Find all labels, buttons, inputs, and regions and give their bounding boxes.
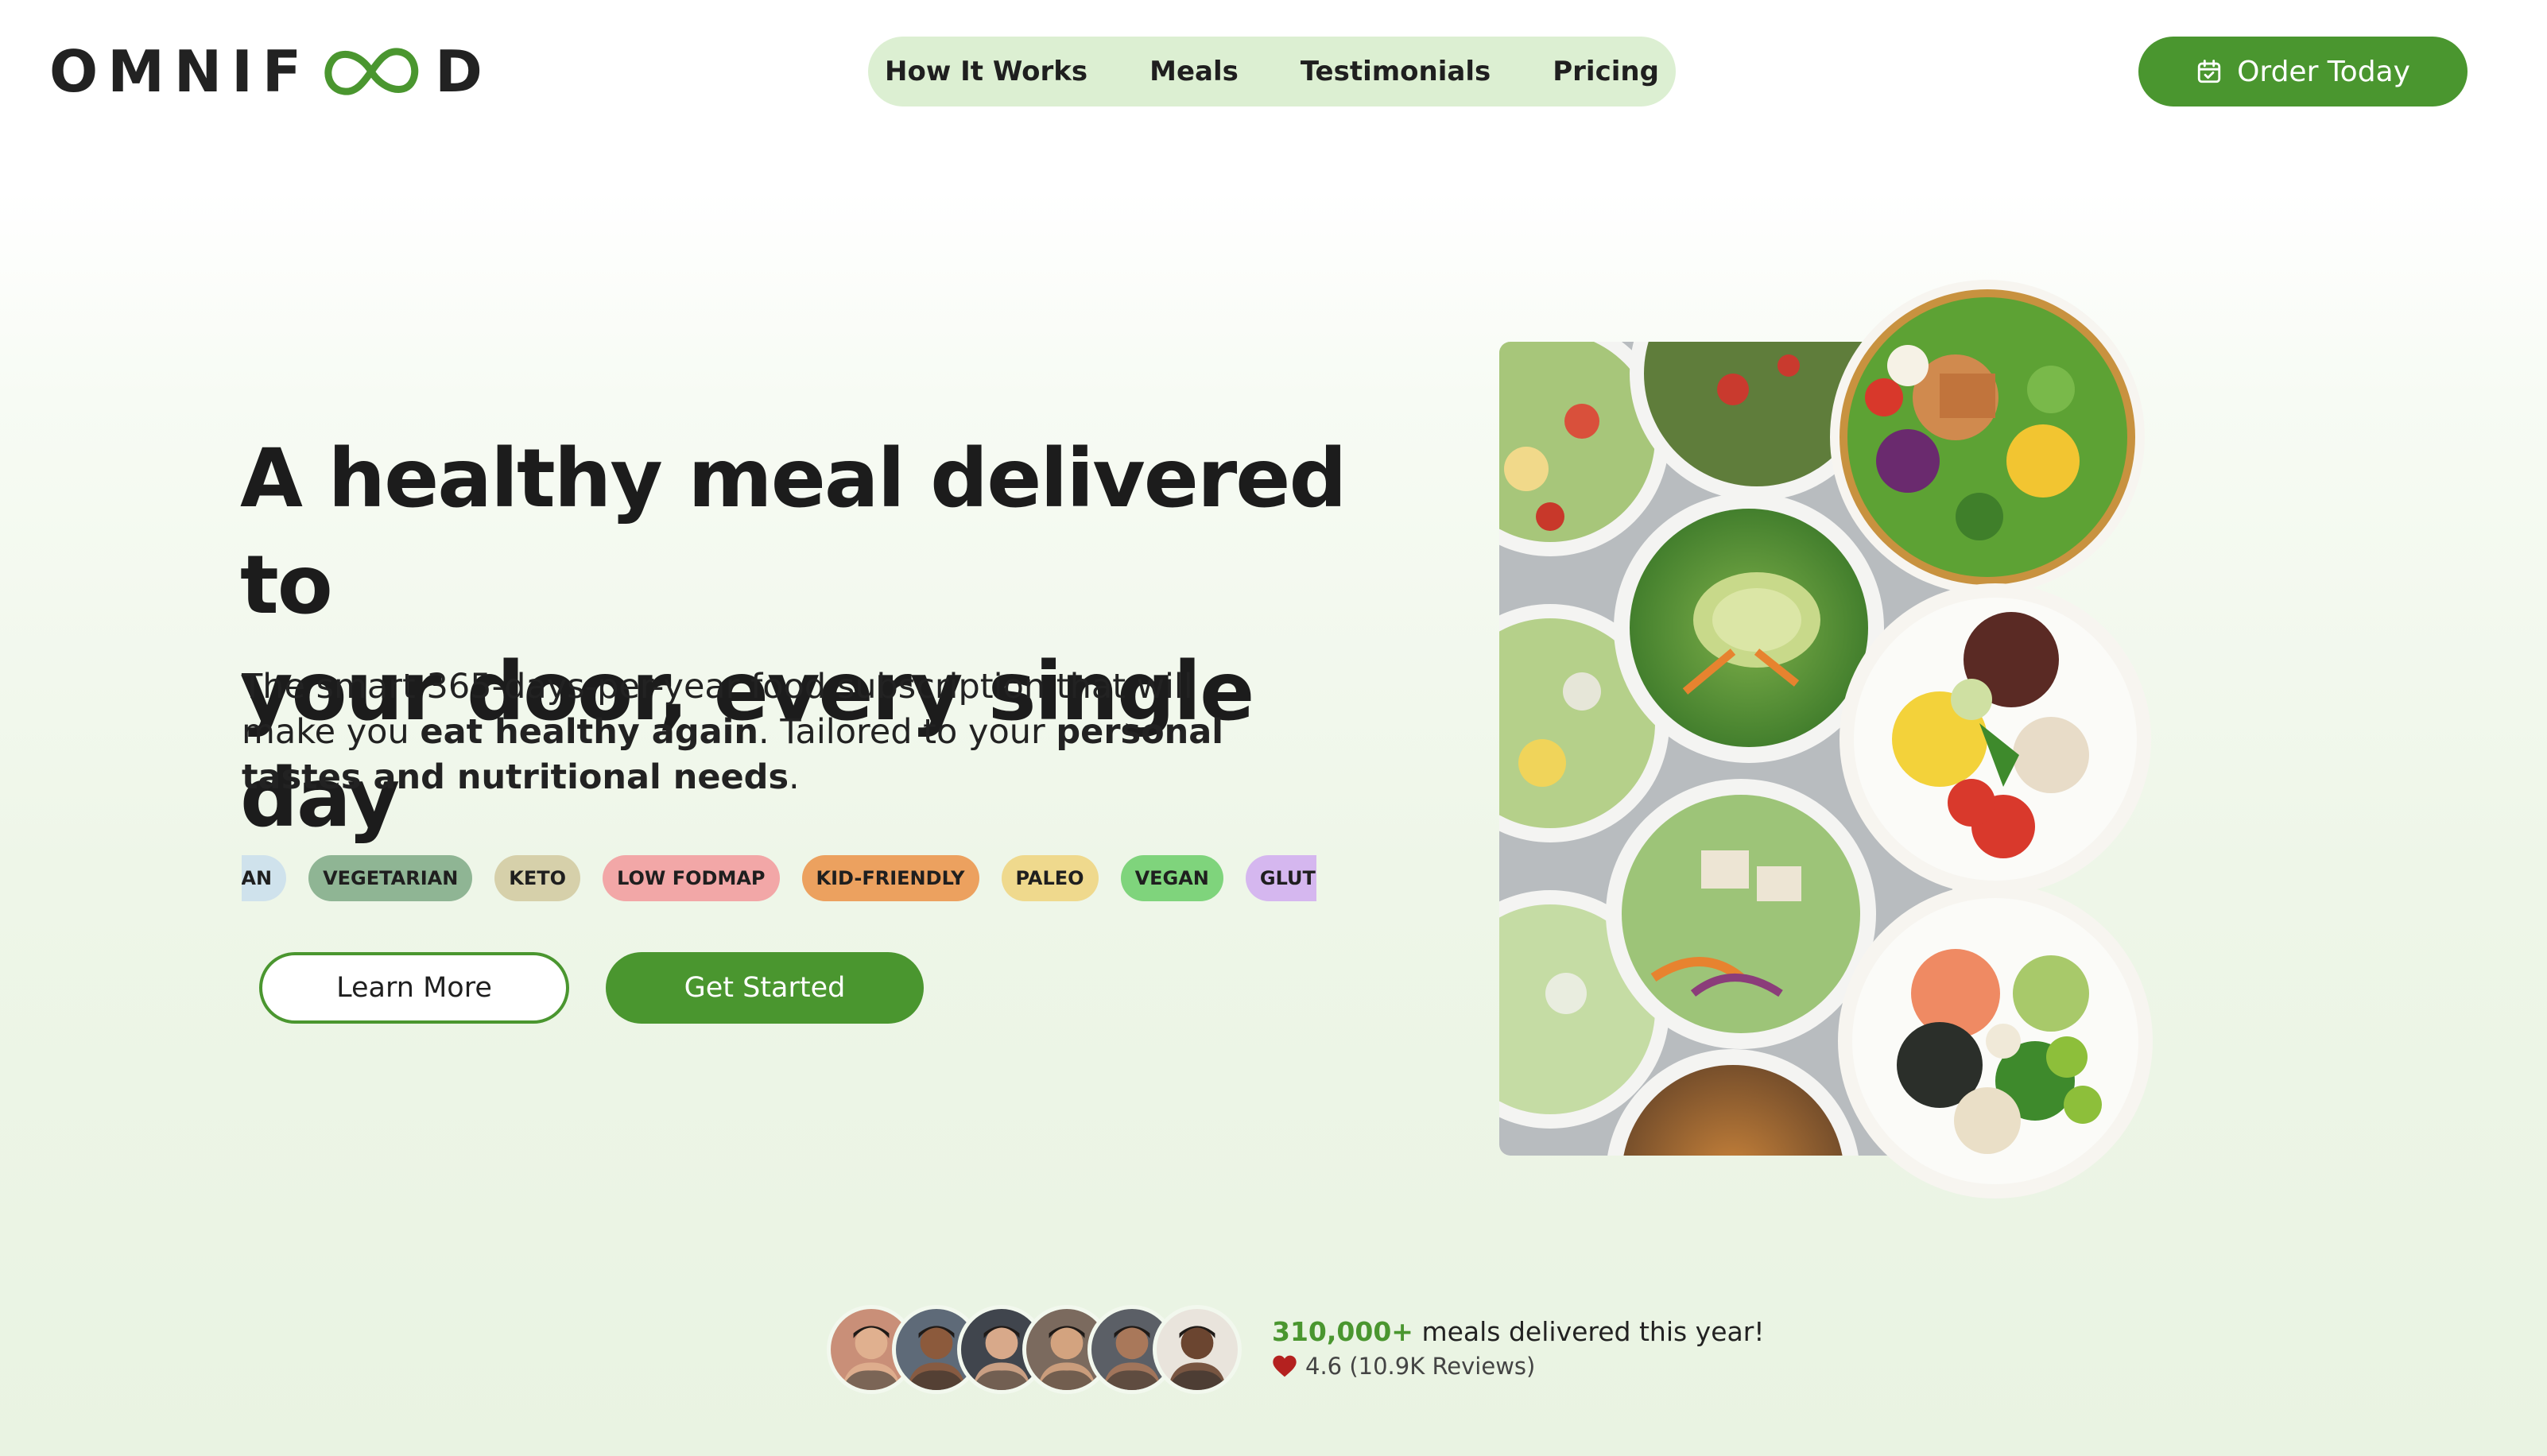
diet-tag-keto: KETO xyxy=(494,855,581,901)
diet-tag-vegan: VEGAN xyxy=(1120,855,1223,901)
rating-text: 4.6 (10.9K Reviews) xyxy=(1272,1353,1535,1380)
infinity-logo-icon xyxy=(324,48,419,95)
nav-pricing[interactable]: Pricing xyxy=(1553,56,1659,87)
learn-more-button[interactable]: Learn More xyxy=(259,952,569,1024)
meals-delivered-text: 310,000+ meals delivered this year! xyxy=(1272,1316,1765,1347)
hero-title-line-1: A healthy meal delivered to xyxy=(240,432,1347,633)
order-today-button[interactable]: Order Today xyxy=(2138,37,2468,106)
order-today-label: Order Today xyxy=(2237,55,2410,88)
hero-subtitle: The smart 365-days-per-year food subscri… xyxy=(242,664,1283,800)
food-bowls-image xyxy=(1499,280,2153,1198)
omnifood-logo[interactable]: OMNIF D xyxy=(49,38,492,105)
meals-count: 310,000+ xyxy=(1272,1316,1413,1347)
rating-value: 4.6 (10.9K Reviews) xyxy=(1305,1353,1536,1380)
diet-tag-gluten-free: GLUTEN-FREE xyxy=(1245,855,1316,901)
logo-text-suffix: D xyxy=(435,38,492,105)
person-icon xyxy=(1168,1326,1227,1390)
heart-icon xyxy=(1273,1355,1297,1377)
hero-subtitle-text-3: . xyxy=(789,757,800,797)
hero-subtitle-text-2: . Tailored to your xyxy=(758,712,1056,752)
calendar-check-icon xyxy=(2197,60,2221,83)
diet-tag-kid-friendly: KID-FRIENDLY xyxy=(801,855,979,901)
customer-avatars xyxy=(827,1305,1248,1394)
diet-tag-low-fodmap: LOW FODMAP xyxy=(603,855,780,901)
main-nav: How It Works Meals Testimonials Pricing xyxy=(868,37,1676,106)
diet-tag-rian: RIAN xyxy=(242,855,287,901)
diet-tags-carousel: RIAN VEGETARIAN KETO LOW FODMAP KID-FRIENDLY… xyxy=(242,855,1316,903)
nav-testimonials[interactable]: Testimonials xyxy=(1301,56,1491,87)
diet-tag-vegetarian: VEGETARIAN xyxy=(308,855,473,901)
get-started-button[interactable]: Get Started xyxy=(606,952,924,1024)
diet-tags-track: RIAN VEGETARIAN KETO LOW FODMAP KID-FRIENDLY… xyxy=(242,855,1316,901)
customer-avatar-6 xyxy=(1153,1305,1242,1394)
hero-subtitle-bold-1: eat healthy again xyxy=(420,712,758,752)
meals-count-text: meals delivered this year! xyxy=(1413,1316,1765,1347)
logo-text-prefix: OMNIF xyxy=(49,38,312,105)
nav-meals[interactable]: Meals xyxy=(1149,56,1239,87)
nav-how-it-works[interactable]: How It Works xyxy=(885,56,1087,87)
diet-tag-paleo: PALEO xyxy=(1001,855,1099,901)
